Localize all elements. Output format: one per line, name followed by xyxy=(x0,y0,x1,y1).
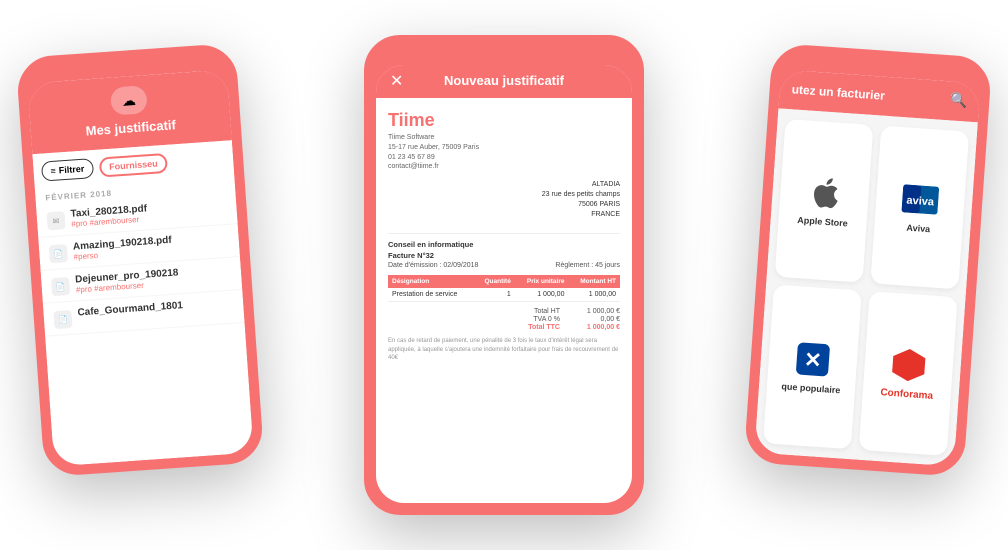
doc-title: Cafe_Gourmand_1801 xyxy=(77,300,183,318)
doc-icon: 📄 xyxy=(53,310,72,329)
cell-amount: 1 000,00 xyxy=(568,288,620,302)
cell-quantity: 1 xyxy=(474,288,514,302)
center-header-title: Nouveau justificatif xyxy=(444,73,564,88)
col-unit-price: Prix unitaire xyxy=(515,275,569,288)
vendor-name-conforama: Conforama xyxy=(880,387,933,402)
invoice-date-row: Date d'émission : 02/09/2018 Règlement :… xyxy=(388,262,620,269)
center-header: ✕ Nouveau justificatif xyxy=(376,65,632,98)
invoice-footer: En cas de retard de paiement, une pénali… xyxy=(388,337,620,362)
vendor-card-conforama[interactable]: Conforama xyxy=(859,291,958,456)
vendor-name-aviva: Aviva xyxy=(906,223,930,235)
company-name: Tiime xyxy=(388,110,620,131)
left-phone-screen: ☁ Mes justificatif ≡ Filtrer Fournisseu … xyxy=(27,69,253,466)
center-phone-notch xyxy=(469,47,539,61)
svg-text:✕: ✕ xyxy=(803,348,822,372)
supplier-button[interactable]: Fournisseu xyxy=(99,153,169,178)
conforama-logo xyxy=(890,346,928,384)
invoice-ref: Facture N°32 xyxy=(388,251,620,260)
cloud-icon: ☁ xyxy=(110,85,148,115)
invoice-category: Conseil en informatique xyxy=(388,240,620,249)
table-header-row: Désignation Quantité Prix unitaire Monta… xyxy=(388,275,620,288)
filter-button[interactable]: ≡ Filtrer xyxy=(41,158,94,182)
vendor-name-apple: Apple Store xyxy=(797,215,848,228)
tva-row: TVA 0 % 0,00 € xyxy=(510,316,620,323)
cell-unit-price: 1 000,00 xyxy=(515,288,569,302)
filter-icon: ≡ xyxy=(50,166,56,176)
doc-icon: 📄 xyxy=(49,244,68,263)
right-phone-screen: utez un facturier 🔍 Apple Store xyxy=(754,69,980,466)
vendor-grid: Apple Store aviva Aviva ✕ xyxy=(754,108,978,466)
col-designation: Désignation xyxy=(388,275,474,288)
right-phone-notch xyxy=(851,58,912,74)
banque-populaire-logo: ✕ xyxy=(794,340,832,378)
table-row: Prestation de service 1 1 000,00 1 000,0… xyxy=(388,288,620,302)
right-header-title: utez un facturier xyxy=(791,82,950,107)
col-quantity: Quantité xyxy=(474,275,514,288)
center-phone: ✕ Nouveau justificatif Tiime Tiime Softw… xyxy=(364,35,644,515)
vendor-card-aviva[interactable]: aviva Aviva xyxy=(870,126,969,290)
vendor-name-banque: que populaire xyxy=(781,381,841,395)
company-info: Tiime Software 15-17 rue Auber, 75009 Pa… xyxy=(388,133,620,172)
left-phone-notch xyxy=(96,58,157,74)
col-amount: Montant HT xyxy=(568,275,620,288)
close-button[interactable]: ✕ xyxy=(390,71,403,91)
right-phone: utez un facturier 🔍 Apple Store xyxy=(744,43,993,477)
cell-designation: Prestation de service xyxy=(388,288,474,302)
divider xyxy=(388,233,620,234)
invoice-to: ALTADIA 23 rue des petits champs 75006 P… xyxy=(542,180,620,219)
vendor-card-apple[interactable]: Apple Store xyxy=(775,119,874,283)
search-icon[interactable]: 🔍 xyxy=(949,91,968,109)
svg-text:aviva: aviva xyxy=(906,195,935,209)
vendor-card-banque[interactable]: ✕ que populaire xyxy=(763,285,862,450)
invoice-totals: Total HT 1 000,00 € TVA 0 % 0,00 € Total… xyxy=(388,308,620,331)
total-ttc-row: Total TTC 1 000,00 € xyxy=(510,324,620,331)
doc-icon: ✉ xyxy=(46,211,65,230)
apple-logo xyxy=(805,174,843,212)
total-ht-row: Total HT 1 000,00 € xyxy=(510,308,620,315)
left-phone: ☁ Mes justificatif ≡ Filtrer Fournisseu … xyxy=(16,43,265,477)
left-header-title: Mes justificatif xyxy=(85,117,176,138)
center-phone-screen: ✕ Nouveau justificatif Tiime Tiime Softw… xyxy=(376,65,632,503)
aviva-logo: aviva xyxy=(901,180,939,218)
invoice-body: Tiime Tiime Software 15-17 rue Auber, 75… xyxy=(376,98,632,503)
invoice-table: Désignation Quantité Prix unitaire Monta… xyxy=(388,275,620,302)
doc-icon: 📄 xyxy=(51,277,70,296)
